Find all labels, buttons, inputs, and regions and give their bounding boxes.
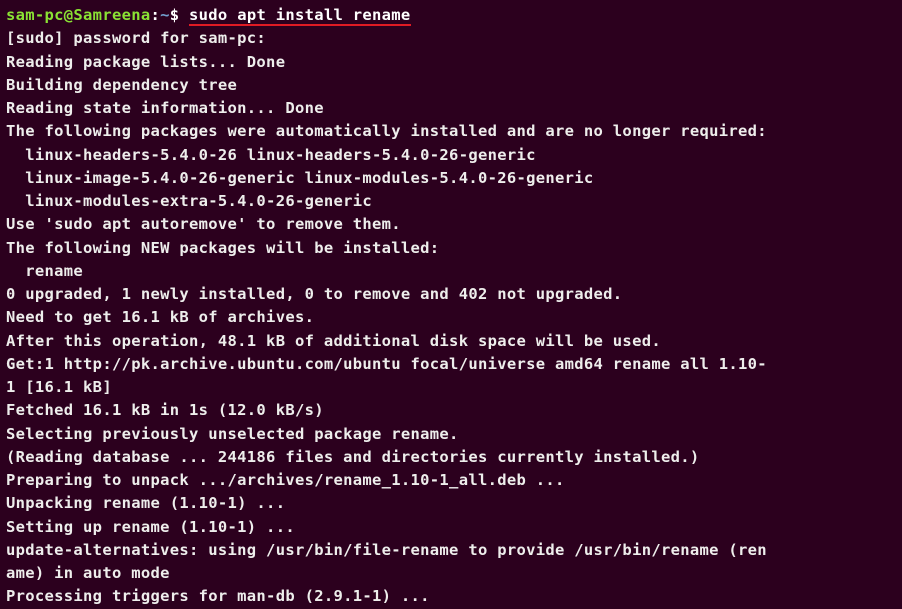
output-line: update-alternatives: using /usr/bin/file…	[6, 539, 896, 562]
output-line: The following packages were automaticall…	[6, 120, 896, 143]
output-line: After this operation, 48.1 kB of additio…	[6, 330, 896, 353]
output-line: Processing triggers for man-db (2.9.1-1)…	[6, 585, 896, 608]
output-line: Use 'sudo apt autoremove' to remove them…	[6, 213, 896, 236]
output-line: [sudo] password for sam-pc:	[6, 27, 896, 50]
output-line: Need to get 16.1 kB of archives.	[6, 306, 896, 329]
output-line: Fetched 16.1 kB in 1s (12.0 kB/s)	[6, 399, 896, 422]
output-line: rename	[6, 260, 896, 283]
output-line: (Reading database ... 244186 files and d…	[6, 446, 896, 469]
output-line: Reading package lists... Done	[6, 51, 896, 74]
output-line: 1 [16.1 kB]	[6, 376, 896, 399]
prompt-colon: :	[150, 6, 160, 24]
output-line: linux-headers-5.4.0-26 linux-headers-5.4…	[6, 144, 896, 167]
output-line: The following NEW packages will be insta…	[6, 237, 896, 260]
prompt-user-host: sam-pc@Samreena	[6, 6, 150, 24]
output-line: Setting up rename (1.10-1) ...	[6, 516, 896, 539]
output-line: linux-image-5.4.0-26-generic linux-modul…	[6, 167, 896, 190]
output-line: linux-modules-extra-5.4.0-26-generic	[6, 190, 896, 213]
command-text: sudo apt install rename	[189, 6, 411, 24]
output-line: Preparing to unpack .../archives/rename_…	[6, 469, 896, 492]
output-line: 0 upgraded, 1 newly installed, 0 to remo…	[6, 283, 896, 306]
output-line: Selecting previously unselected package …	[6, 423, 896, 446]
prompt-line[interactable]: sam-pc@Samreena:~$ sudo apt install rena…	[6, 4, 896, 27]
output-line: Reading state information... Done	[6, 97, 896, 120]
output-line: Get:1 http://pk.archive.ubuntu.com/ubunt…	[6, 353, 896, 376]
output-line: Building dependency tree	[6, 74, 896, 97]
prompt-dollar: $	[170, 6, 189, 24]
prompt-path: ~	[160, 6, 170, 24]
output-line: Unpacking rename (1.10-1) ...	[6, 492, 896, 515]
output-line: ame) in auto mode	[6, 562, 896, 585]
